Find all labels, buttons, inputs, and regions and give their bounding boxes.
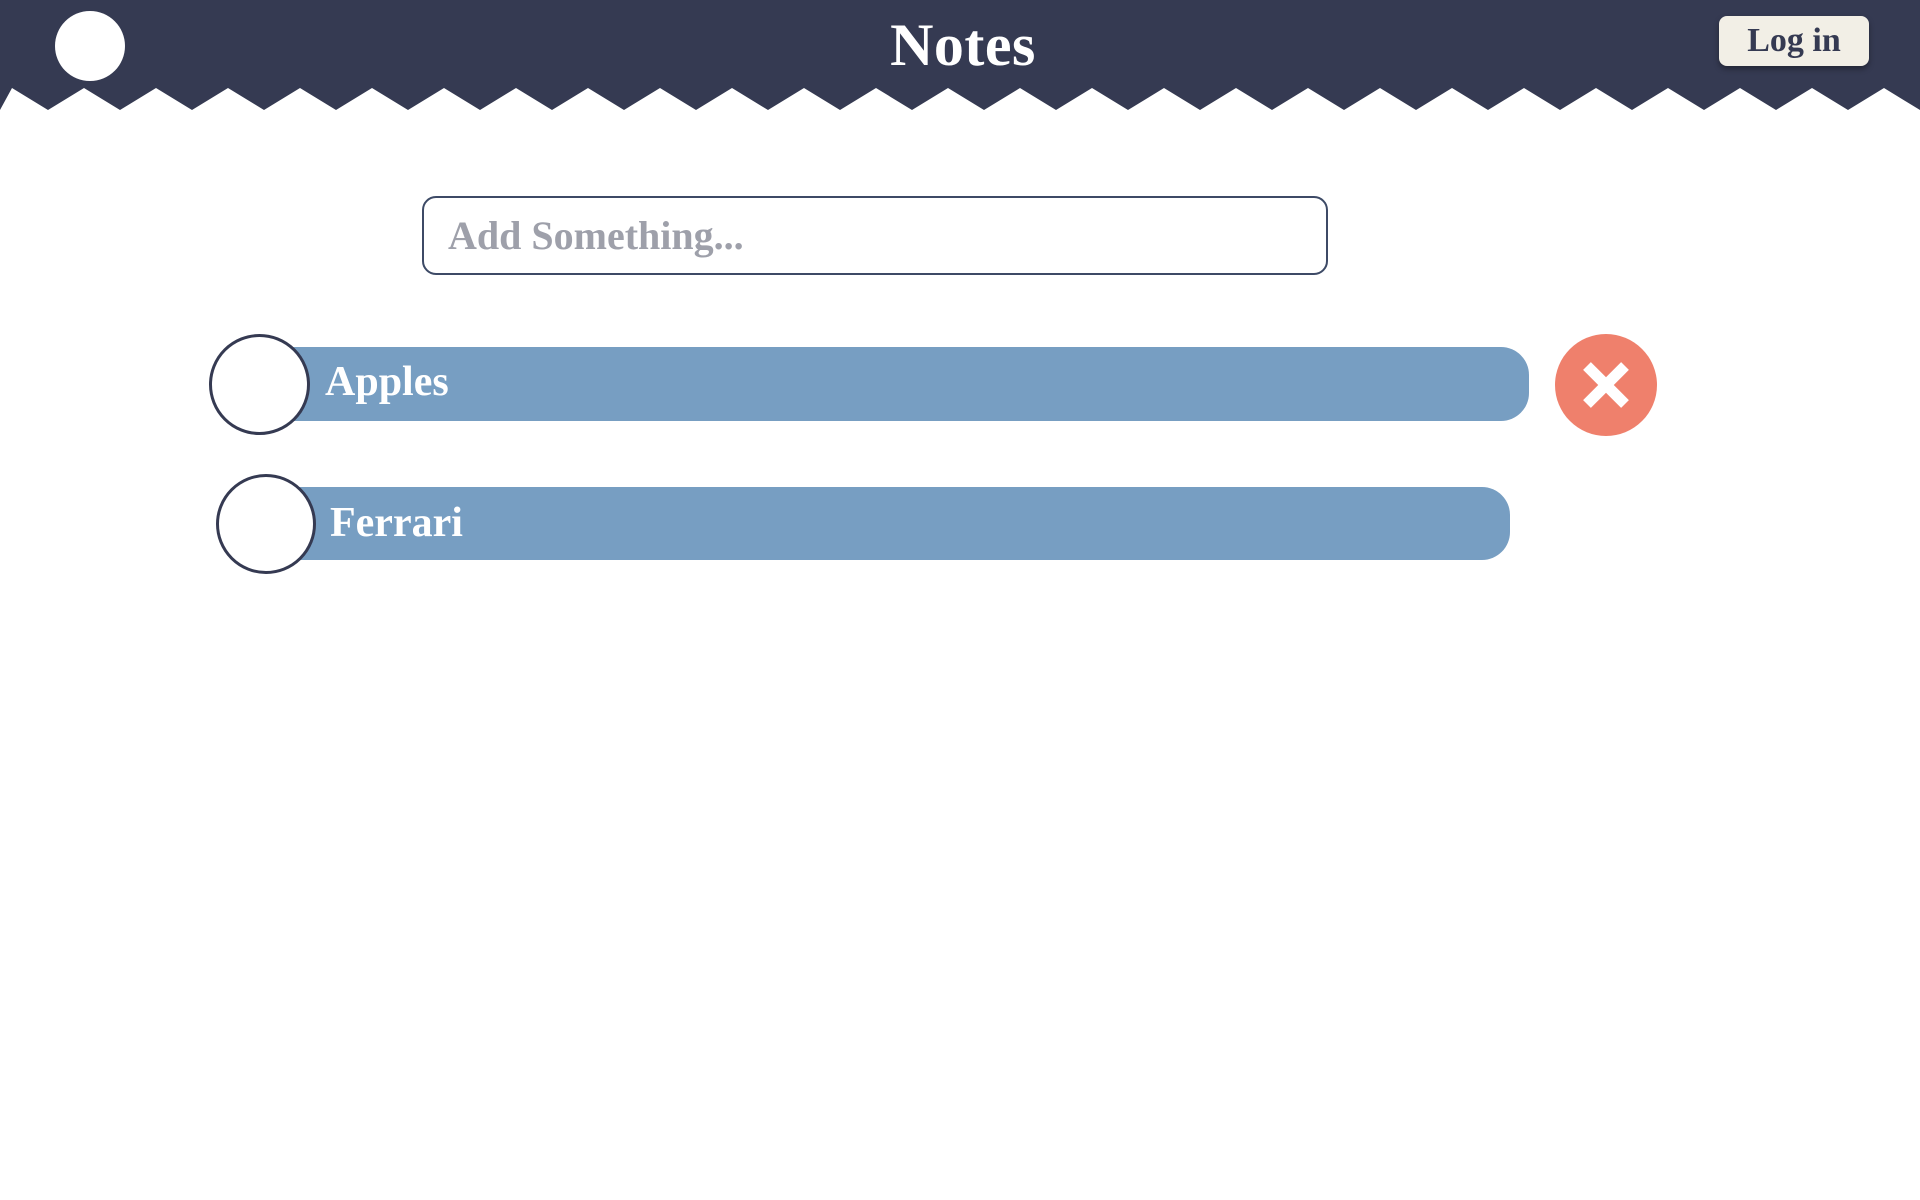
close-icon [1583,362,1629,408]
complete-toggle[interactable] [209,334,310,435]
app-header: Notes Log in [0,0,1920,112]
note-label: Apples [325,359,449,405]
note-label: Ferrari [330,500,463,546]
delete-button[interactable] [1555,334,1657,436]
note-bar[interactable] [260,347,1529,421]
add-note-input[interactable] [422,196,1328,275]
page-title: Notes [890,12,1036,78]
login-button[interactable]: Log in [1719,16,1869,66]
complete-toggle[interactable] [216,474,316,574]
